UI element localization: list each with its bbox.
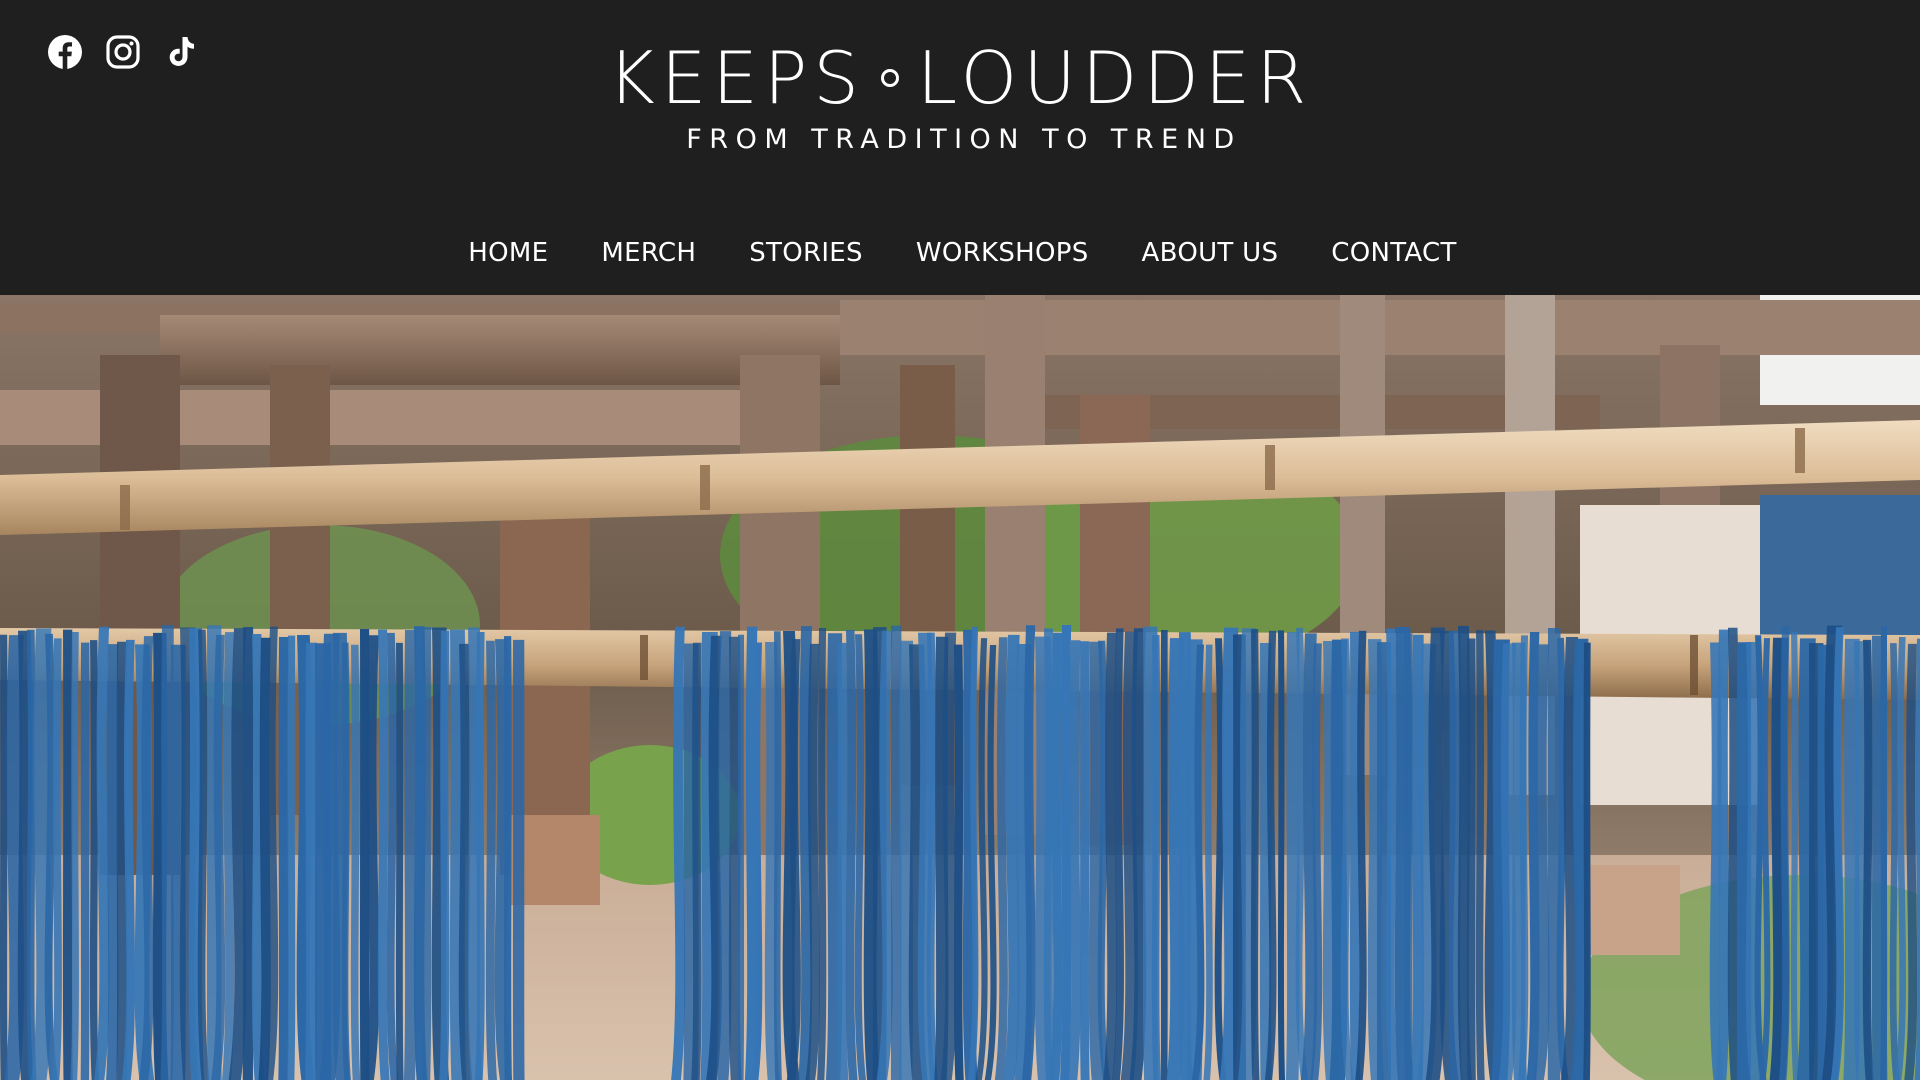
nav-about-us[interactable]: ABOUT US xyxy=(1142,238,1279,268)
nav-merch[interactable]: MERCH xyxy=(601,238,696,268)
yarn-strand xyxy=(737,634,745,1080)
page: KEEPS LOUDDER FROM TRADITION TO TREND HO… xyxy=(0,0,1920,1080)
logo-dot-icon xyxy=(881,69,899,87)
logo-tagline: FROM TRADITION TO TREND xyxy=(686,124,1242,155)
yarn-strand xyxy=(278,637,289,1080)
yarn-strand xyxy=(80,642,90,1080)
hero-photo-indigo-yarn xyxy=(0,295,1920,1080)
yarn-strand xyxy=(287,635,296,1080)
yarn-strand xyxy=(1583,642,1591,1080)
yarn-strand xyxy=(953,644,964,1080)
yarn-strand xyxy=(62,629,73,1080)
yarn-strand xyxy=(1079,641,1090,1080)
yarn-strand xyxy=(242,627,254,1080)
nav-home[interactable]: HOME xyxy=(468,238,548,268)
yarn-strand xyxy=(1250,629,1260,1080)
yarn-strand xyxy=(1403,633,1414,1080)
site-logo[interactable]: KEEPS LOUDDER FROM TRADITION TO TREND xyxy=(0,42,1920,155)
logo-title: KEEPS LOUDDER xyxy=(608,42,1313,114)
yarn-strand xyxy=(0,634,8,1080)
yarn-strand xyxy=(503,636,512,1080)
yarn-strand xyxy=(1277,630,1286,1080)
nav-contact[interactable]: CONTACT xyxy=(1331,238,1456,268)
logo-title-right: LOUDDER xyxy=(917,36,1313,120)
yarn-strand xyxy=(395,642,404,1080)
site-header: KEEPS LOUDDER FROM TRADITION TO TREND HO… xyxy=(0,0,1920,295)
main-nav: HOME MERCH STORIES WORKSHOPS ABOUT US CO… xyxy=(0,238,1920,268)
nav-stories[interactable]: STORIES xyxy=(749,238,863,268)
yarn-strand xyxy=(421,627,432,1080)
hero-image xyxy=(0,295,1920,1080)
yarn-strand xyxy=(1880,626,1888,1080)
yarn-strand xyxy=(1475,630,1485,1080)
nav-workshops[interactable]: WORKSHOPS xyxy=(916,238,1089,268)
yarn-strand xyxy=(1466,638,1476,1080)
yarn-strand xyxy=(1160,629,1168,1080)
logo-title-left: KEEPS xyxy=(607,36,865,120)
yarn-strand xyxy=(512,639,525,1080)
